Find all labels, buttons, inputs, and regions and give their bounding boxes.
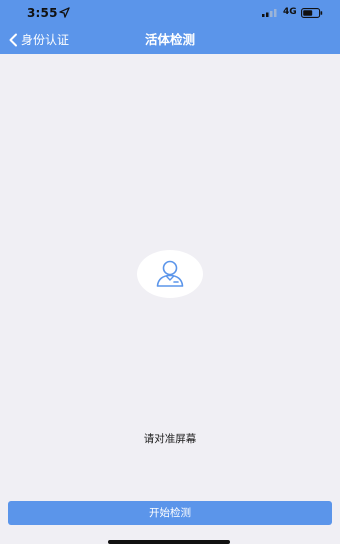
header: 3:55 4G 身份认证 活体检测 [0,0,340,54]
person-icon [156,260,184,287]
liveness-detection-screen: 3:55 4G 身份认证 活体检测 请对准屏幕 开始检测 [0,0,340,544]
signal-icon [262,9,277,17]
status-time: 3:55 [27,6,58,20]
location-arrow-icon [59,7,70,18]
chevron-left-icon [9,33,17,47]
nav-bar: 身份认证 活体检测 [0,26,340,54]
face-placeholder [137,250,203,298]
network-type: 4G [283,7,297,17]
start-detection-button[interactable]: 开始检测 [8,501,332,525]
back-button[interactable]: 身份认证 [8,29,69,51]
status-bar: 3:55 4G [0,0,340,26]
home-indicator [108,540,230,544]
battery-icon [301,8,323,18]
align-screen-prompt: 请对准屏幕 [143,433,197,445]
back-label: 身份认证 [21,33,70,47]
